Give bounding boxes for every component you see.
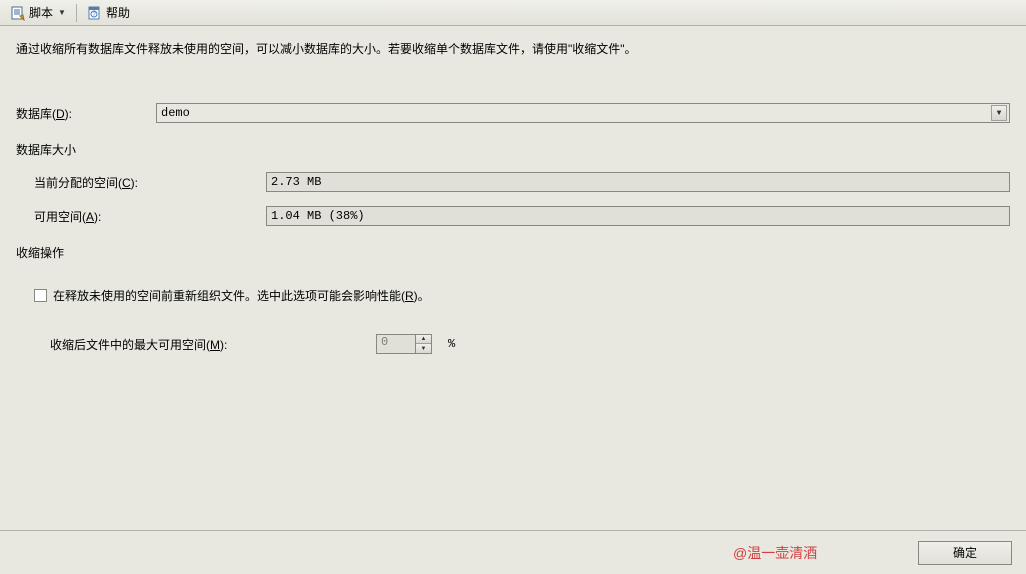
dropdown-button[interactable]: ▼ [991,105,1007,121]
spinner-input[interactable]: 0 [376,334,416,354]
toolbar-separator [76,4,77,22]
spinner-down-button[interactable]: ▼ [416,344,431,353]
help-icon: ? [87,5,103,21]
script-menu[interactable]: 脚本 ▼ [6,2,70,23]
percent-label: % [448,337,455,351]
ok-button[interactable]: 确定 [918,541,1012,565]
database-label: 数据库(D): [16,105,156,122]
dropdown-arrow-icon: ▼ [58,8,66,17]
database-row: 数据库(D): demo ▼ [16,103,1010,123]
description-text: 通过收缩所有数据库文件释放未使用的空间，可以减小数据库的大小。若要收缩单个数据库… [16,40,1010,59]
shrink-section-header: 收缩操作 [16,244,1010,261]
allocated-space-value: 2.73 MB [266,172,1010,192]
allocated-space-row: 当前分配的空间(C): 2.73 MB [34,172,1010,192]
database-dropdown[interactable]: demo ▼ [156,103,1010,123]
allocated-space-label: 当前分配的空间(C): [34,174,266,191]
help-label: 帮助 [106,4,130,21]
reorganize-checkbox[interactable] [34,289,47,302]
size-section-header: 数据库大小 [16,141,1010,158]
help-menu[interactable]: ? 帮助 [83,2,134,23]
reorganize-checkbox-row: 在释放未使用的空间前重新组织文件。选中此选项可能会影响性能(R)。 [34,287,1010,304]
script-label: 脚本 [29,4,53,21]
script-icon [10,5,26,21]
footer: @温一壶清酒 确定 [0,530,1026,574]
content-area: 通过收缩所有数据库文件释放未使用的空间，可以减小数据库的大小。若要收缩单个数据库… [0,26,1026,530]
available-space-value: 1.04 MB (38%) [266,206,1010,226]
spinner-buttons: ▲ ▼ [416,334,432,354]
toolbar: 脚本 ▼ ? 帮助 [0,0,1026,26]
max-free-space-spinner: 0 ▲ ▼ [376,334,432,354]
available-space-label: 可用空间(A): [34,208,266,225]
reorganize-checkbox-label: 在释放未使用的空间前重新组织文件。选中此选项可能会影响性能(R)。 [53,287,430,304]
max-free-space-label: 收缩后文件中的最大可用空间(M): [50,336,368,353]
spinner-up-button[interactable]: ▲ [416,335,431,344]
watermark-text: @温一壶清酒 [733,543,817,563]
available-space-row: 可用空间(A): 1.04 MB (38%) [34,206,1010,226]
max-free-space-row: 收缩后文件中的最大可用空间(M): 0 ▲ ▼ % [50,334,1010,354]
database-value: demo [161,106,190,120]
